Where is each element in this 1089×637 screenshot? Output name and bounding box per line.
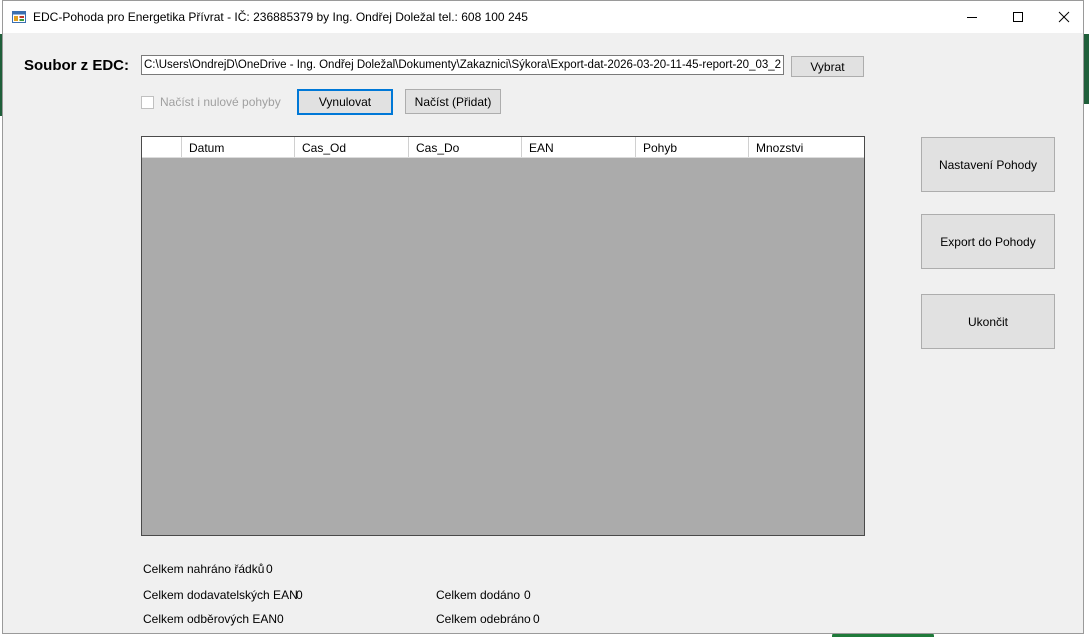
stat-consumer-ean-value: 0	[277, 612, 284, 626]
include-zero-checkbox[interactable]: Načíst i nulové pohyby	[141, 95, 281, 109]
minimize-button[interactable]	[949, 1, 995, 33]
column-header-ean[interactable]: EAN	[522, 137, 636, 157]
pohoda-settings-button[interactable]: Nastavení Pohody	[921, 137, 1055, 192]
exit-button[interactable]: Ukončit	[921, 294, 1055, 349]
stat-delivered-value: 0	[524, 588, 531, 602]
export-to-pohoda-button[interactable]: Export do Pohody	[921, 214, 1055, 269]
desktop-background-accent	[1084, 34, 1089, 104]
minimize-icon	[967, 17, 977, 18]
column-header-pohyb[interactable]: Pohyb	[636, 137, 749, 157]
reset-button[interactable]: Vynulovat	[297, 89, 393, 115]
stat-consumer-ean: Celkem odběrových EAN 0	[143, 612, 284, 626]
column-header-mnozstvi[interactable]: Mnozstvi	[749, 137, 864, 157]
stat-delivered-label: Celkem dodáno	[436, 588, 521, 602]
windows-form-icon	[12, 11, 26, 23]
maximize-button[interactable]	[995, 1, 1041, 33]
stat-rows-loaded-label: Celkem nahráno řádků	[143, 562, 265, 576]
window-title: EDC-Pohoda pro Energetika Přívrat - IČ: …	[33, 10, 528, 24]
file-path-input[interactable]	[141, 55, 784, 75]
stat-taken: Celkem odebráno 0	[436, 612, 540, 626]
maximize-icon	[1013, 12, 1023, 22]
column-header-cas-do[interactable]: Cas_Do	[409, 137, 522, 157]
file-label: Soubor z EDC:	[24, 57, 129, 74]
stat-rows-loaded: Celkem nahráno řádků 0	[143, 562, 273, 576]
stat-delivered: Celkem dodáno 0	[436, 588, 531, 602]
column-header-datum[interactable]: Datum	[182, 137, 295, 157]
close-button[interactable]	[1041, 1, 1087, 33]
stat-supplier-ean: Celkem dodavatelských EAN 0	[143, 588, 303, 602]
include-zero-label: Načíst i nulové pohyby	[160, 95, 281, 109]
grid-header: Datum Cas_Od Cas_Do EAN Pohyb Mnozstvi	[142, 137, 864, 158]
stat-taken-label: Celkem odebráno	[436, 612, 531, 626]
data-grid[interactable]: Datum Cas_Od Cas_Do EAN Pohyb Mnozstvi	[141, 136, 865, 536]
load-button[interactable]: Načíst (Přidat)	[405, 89, 501, 114]
title-bar[interactable]: EDC-Pohoda pro Energetika Přívrat - IČ: …	[3, 1, 1083, 33]
stat-rows-loaded-value: 0	[266, 562, 273, 576]
stat-consumer-ean-label: Celkem odběrových EAN	[143, 612, 278, 626]
stat-supplier-ean-value: 0	[296, 588, 303, 602]
app-window: EDC-Pohoda pro Energetika Přívrat - IČ: …	[2, 0, 1084, 634]
grid-row-header-corner[interactable]	[142, 137, 182, 157]
stat-taken-value: 0	[533, 612, 540, 626]
checkbox-box	[141, 95, 154, 109]
column-header-cas-od[interactable]: Cas_Od	[295, 137, 409, 157]
stat-supplier-ean-label: Celkem dodavatelských EAN	[143, 588, 298, 602]
browse-button[interactable]: Vybrat	[791, 56, 864, 77]
close-icon	[1058, 11, 1070, 23]
